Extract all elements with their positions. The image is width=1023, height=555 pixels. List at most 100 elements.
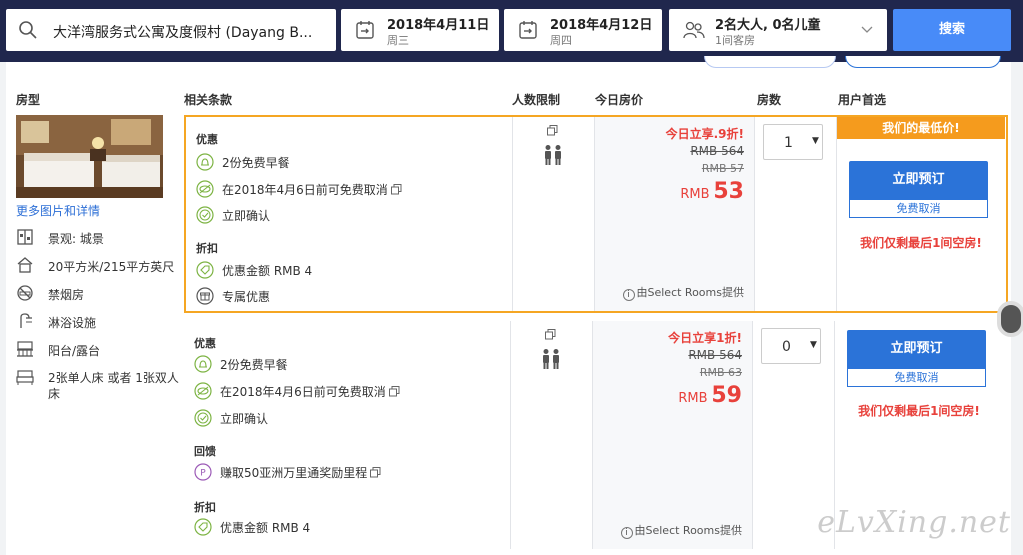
offer-1-policies: 优惠 2份免费早餐 在2018年4月6日前可免费取消 立即确认 折扣 优惠金额 … (186, 117, 512, 311)
points-icon: P (194, 463, 212, 484)
house-size-icon (16, 256, 36, 274)
checkin-weekday: 周三 (387, 34, 409, 47)
bed-icon (16, 368, 36, 386)
offer-1-scarcity: 我们仅剩最后1间空房! (860, 236, 982, 250)
search-icon (18, 20, 38, 43)
offer-1-rooms: 1 ▼ (754, 117, 836, 311)
offer-2-price: 今日立享1折! RMB 564 RMB 63 RMB 59 i 由Select R… (592, 321, 752, 549)
offer-2-prior-price: RMB 63 (699, 366, 742, 379)
room-panel: 房型 相关条款 人数限制 今日房价 房数 用户首选 更多图片和详情 景观: 城景… (6, 56, 1023, 555)
header-user-choice: 用户首选 (838, 93, 887, 107)
offer-1-provider: i 由Select Rooms提供 (622, 284, 744, 301)
offer-1-currency: RMB (680, 187, 710, 202)
offer-1-coupon-text: 优惠金额 RMB 4 (222, 264, 313, 278)
breakfast-icon (196, 153, 214, 174)
offer-2-book-button[interactable]: 立即预订 (847, 330, 986, 368)
copy-icon[interactable] (388, 386, 400, 400)
filter-pill-active[interactable] (845, 56, 1001, 68)
room-photo[interactable] (16, 115, 163, 198)
feature-nonsmoking-label: 禁烟房 (48, 288, 85, 302)
shower-icon (16, 312, 36, 330)
offer-2-scarcity: 我们仅剩最后1间空房! (858, 404, 980, 418)
feature-shower-label: 淋浴设施 (48, 316, 97, 330)
guests-field[interactable]: 2名大人, 0名儿童 1间客房 (669, 9, 887, 51)
feature-bed-label: 2张单人床 或者 1张双人床 (48, 371, 179, 401)
offer-2-confirm-text: 立即确认 (220, 412, 269, 426)
offer-2-rewards-title: 回馈 (194, 445, 216, 458)
offer-2-coupon-text: 优惠金额 RMB 4 (220, 521, 311, 535)
checkout-weekday: 周四 (550, 34, 572, 47)
header-room-type: 房型 (16, 93, 41, 107)
offer-1-free-cancel-tag: 免费取消 (849, 199, 988, 218)
gift-icon (196, 287, 214, 308)
header-rooms: 房数 (757, 93, 782, 107)
header-occupancy: 人数限制 (512, 93, 561, 107)
two-adults-icon (540, 348, 562, 373)
watermark: eLvXing.net (817, 505, 1011, 540)
view-icon (16, 228, 36, 246)
calendar-checkin-icon (355, 20, 375, 43)
offer-2-free-cancel-tag: 免费取消 (847, 368, 986, 387)
rooms-summary: 1间客房 (715, 34, 755, 47)
offer-1-room-count: 1 (784, 135, 793, 151)
dropdown-arrow-icon: ▼ (812, 136, 819, 146)
info-icon[interactable]: i (622, 289, 635, 301)
two-adults-icon (542, 144, 564, 169)
info-icon[interactable]: i (620, 527, 633, 539)
svg-text:P: P (200, 469, 206, 479)
feature-balcony-label: 阳台/露台 (48, 344, 101, 358)
confirm-icon (194, 409, 212, 430)
offer-1-prior-price: RMB 57 (701, 162, 744, 175)
offer-2-original-price: RMB 564 (688, 348, 742, 362)
more-photos-link[interactable]: 更多图片和详情 (16, 202, 100, 219)
filter-pill[interactable] (704, 56, 836, 68)
offer-1-final-price: RMB 53 (680, 179, 744, 204)
offer-2-points-text: 赚取50亚洲万里通奖励里程 (220, 466, 368, 480)
coupon-icon (196, 261, 214, 282)
offer-2-room-count-select[interactable]: 0 ▼ (761, 328, 821, 364)
coupon-icon (194, 518, 212, 539)
offer-1-discount-title: 折扣 (196, 242, 218, 255)
checkout-field[interactable]: 2018年4月12日 周四 (504, 9, 662, 51)
offer-2-free-cancel-text: 在2018年4月6日前可免费取消 (220, 385, 386, 399)
offer-1-promo: 今日立享.9折! (665, 127, 744, 141)
offer-1-booking: 我们的最低价! 立即预订 免费取消 我们仅剩最后1间空房! (836, 117, 1006, 311)
checkin-date: 2018年4月11日 (387, 18, 490, 33)
offer-2-room-count: 0 (782, 339, 791, 355)
offer-2-discount-title: 折扣 (194, 501, 216, 514)
checkout-date: 2018年4月12日 (550, 18, 653, 33)
offer-1-amount: 53 (713, 179, 744, 204)
destination-field[interactable]: 大洋湾服务式公寓及度假村 (Dayang B... (6, 9, 336, 51)
copy-icon[interactable] (547, 125, 558, 139)
no-smoking-icon (16, 284, 36, 302)
calendar-checkout-icon (518, 20, 538, 43)
chevron-down-icon (861, 23, 873, 37)
header-policies: 相关条款 (184, 93, 233, 107)
destination-text: 大洋湾服务式公寓及度假村 (Dayang B... (53, 25, 313, 41)
feature-size-label: 20平方米/215平方英尺 (48, 260, 175, 274)
offer-1-room-count-select[interactable]: 1 ▼ (763, 124, 823, 160)
search-button[interactable]: 搜索 (893, 9, 1011, 51)
offer-1-book-button[interactable]: 立即预订 (849, 161, 988, 199)
checkin-field[interactable]: 2018年4月11日 周三 (341, 9, 499, 51)
search-bar: 大洋湾服务式公寓及度假村 (Dayang B... 2018年4月11日 周三 … (0, 0, 1023, 62)
offer-2-provider-text: 由Select Rooms提供 (634, 524, 743, 537)
offer-card-1: 优惠 2份免费早餐 在2018年4月6日前可免费取消 立即确认 折扣 优惠金额 … (184, 115, 1008, 313)
offer-2-occupancy (510, 321, 592, 549)
offer-2-currency: RMB (678, 391, 708, 406)
offer-1-price: 今日立享.9折! RMB 564 RMB 57 RMB 53 i 由Select … (594, 117, 754, 311)
copy-icon[interactable] (390, 184, 402, 198)
offer-2-breakfast-text: 2份免费早餐 (220, 358, 288, 372)
copy-icon[interactable] (545, 329, 556, 343)
header-todays-price: 今日房价 (595, 93, 644, 107)
offer-2-amount: 59 (711, 383, 742, 408)
scroll-handle[interactable] (997, 301, 1023, 337)
copy-icon[interactable] (370, 467, 381, 481)
offer-1-free-cancel-text: 在2018年4月6日前可免费取消 (222, 183, 388, 197)
offer-2-perks-title: 优惠 (194, 337, 216, 350)
confirm-icon (196, 206, 214, 227)
guests-summary: 2名大人, 0名儿童 (715, 18, 821, 33)
offer-2-provider: i 由Select Rooms提供 (620, 522, 743, 539)
offer-1-original-price: RMB 564 (690, 144, 744, 158)
offer-1-exclusive-text: 专属优惠 (222, 290, 271, 304)
